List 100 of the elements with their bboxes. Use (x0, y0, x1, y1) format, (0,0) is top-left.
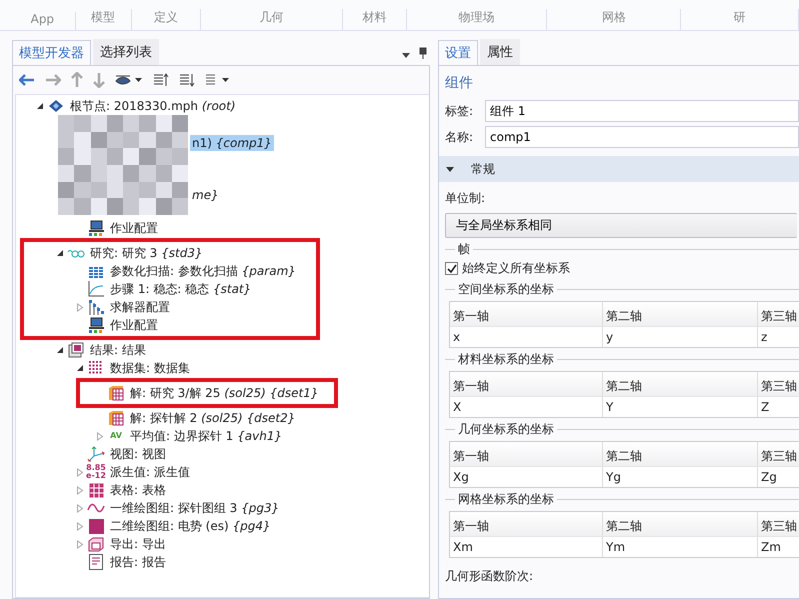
icon-label: 8.85 e-12 (86, 464, 106, 480)
table-cell: Yg (603, 466, 758, 487)
computer-network-icon (88, 220, 104, 236)
diamond-icon (48, 99, 64, 113)
table-cell: Zm (758, 536, 799, 557)
pin-icon[interactable] (419, 47, 427, 59)
tree-item-label[interactable]: 数据集: 数据集 (108, 358, 192, 378)
expanded-triangle-icon[interactable] (36, 102, 44, 110)
tree-item-label[interactable]: 报告: 报告 (108, 552, 168, 572)
square-icon (88, 518, 104, 534)
tree-item-label[interactable]: 根节点: 2018330.mph (root) (68, 96, 238, 116)
table-cell: Y (603, 396, 758, 417)
expanded-triangle-icon[interactable] (76, 364, 84, 372)
expanded-triangle-icon[interactable] (56, 346, 64, 354)
column-header: 第一轴 (450, 372, 603, 398)
tree-item-label[interactable]: 表格: 表格 (108, 480, 168, 500)
curve-graph-icon (88, 281, 104, 297)
dot-grid-icon (89, 361, 103, 375)
tree-item-label[interactable]: 视图: 视图 (108, 444, 168, 464)
panel-tab[interactable]: 模型开发器 (12, 40, 91, 66)
glasses-icon (67, 248, 85, 258)
tree-item-label[interactable]: 作业配置 (108, 218, 160, 238)
tree-item-label[interactable]: 求解器配置 (108, 298, 172, 316)
bar-steps-icon (88, 299, 104, 315)
report-icon (88, 554, 104, 570)
export-box-icon (88, 536, 104, 552)
tree-item-label[interactable]: 一维绘图组: 探针图组 3 {pg3} (108, 498, 282, 518)
tree-item-label[interactable]: 参数化扫描: 参数化扫描 {param} (108, 262, 298, 280)
column-header: 第一轴 (450, 442, 603, 468)
tree-item-label[interactable]: 解: 研究 3/解 25 (sol25) {dset1} (128, 384, 320, 402)
computer-network-icon (88, 317, 104, 333)
tree-item-label[interactable]: 二维绘图组: 电势 (es) {pg4} (108, 516, 273, 536)
field-label: 标签: (445, 102, 474, 120)
tree-item-label[interactable]: 研究: 研究 3 {std3} (88, 244, 205, 262)
checkbox[interactable] (445, 262, 458, 275)
column-header: 第三轴 (758, 512, 799, 538)
section-header[interactable]: 常规 (439, 156, 799, 182)
panel-tab[interactable]: 选择列表 (93, 39, 159, 65)
table-cell: Zg (758, 466, 799, 487)
group-title: 几何坐标系的坐标 (458, 421, 554, 438)
tree-item-label[interactable]: n1) {comp1} (190, 135, 274, 151)
tree-item-label[interactable]: 结果: 结果 (88, 340, 148, 360)
table-cell: Xm (450, 536, 603, 557)
settings-heading: 组件 (444, 74, 474, 93)
collapse-all-icon[interactable] (179, 73, 195, 87)
eye-dropdown-icon[interactable] (115, 74, 143, 86)
back-arrow-icon[interactable] (19, 74, 35, 86)
table-cell: z (758, 326, 799, 347)
dropdown-icon[interactable] (401, 51, 411, 59)
wave-icon (87, 502, 105, 514)
ribbon-group-label: 几何 (201, 9, 344, 30)
input-field[interactable]: comp1 (485, 126, 799, 148)
cube-grid-icon (108, 385, 124, 401)
cube-grid-icon (108, 410, 124, 426)
tree-item-label[interactable]: 导出: 导出 (108, 534, 168, 554)
column-header: 第一轴 (450, 302, 603, 328)
table-cell: Ym (603, 536, 758, 557)
tree-item-label[interactable]: 步骤 1: 稳态: 稳态 {stat} (108, 280, 254, 298)
column-header: 第二轴 (603, 442, 758, 468)
tree-item-label[interactable]: 平均值: 边界探针 1 {avh1} (128, 426, 284, 446)
table-cell: Z (758, 396, 799, 417)
group-title: 网格坐标系的坐标 (458, 491, 554, 508)
tree-item-label[interactable]: me} (190, 187, 221, 203)
tree-item-label[interactable]: 解: 探针解 2 (sol25) {dset2} (128, 408, 298, 428)
column-header: 第三轴 (758, 302, 799, 328)
column-header: 第一轴 (450, 512, 603, 538)
table-cell: Xg (450, 466, 603, 487)
list-dropdown-icon[interactable] (205, 73, 231, 87)
column-header: 第二轴 (603, 512, 758, 538)
axes-icon (87, 446, 105, 462)
expanded-triangle-icon[interactable] (56, 249, 64, 257)
tree-item-label[interactable]: 派生值: 派生值 (108, 462, 192, 482)
unit-system-dropdown[interactable]: 与全局坐标系相同 (445, 213, 797, 238)
ribbon-group-label: App (10, 12, 76, 30)
monitor-icon (68, 342, 84, 358)
column-header: 第三轴 (758, 372, 799, 398)
shape-order-label: 几何形函数阶次: (444, 568, 534, 585)
input-field[interactable]: 组件 1 (485, 100, 799, 122)
group-title: 材料坐标系的坐标 (458, 351, 554, 368)
ribbon-group-label: 材料 (343, 9, 407, 30)
checkbox-label: 始终定义所有坐标系 (462, 260, 570, 277)
expand-all-icon[interactable] (153, 73, 169, 87)
tree-item-label[interactable]: 作业配置 (108, 316, 160, 334)
field-label: 名称: (445, 128, 474, 146)
panel-tab[interactable]: 设置 (438, 40, 478, 66)
ribbon-group-label: 物理场 (406, 9, 548, 30)
ribbon-group-label: 模型 (76, 9, 132, 30)
column-header: 第二轴 (603, 302, 758, 328)
ribbon-group-label: 网格 (547, 9, 682, 30)
panel-tab[interactable]: 属性 (480, 39, 520, 65)
collapse-caret-icon[interactable] (445, 165, 455, 173)
table-icon (88, 482, 104, 498)
table-cell: X (450, 396, 603, 417)
column-header: 第三轴 (758, 442, 799, 468)
ribbon-group-label: 定义 (132, 9, 202, 30)
icon-label: AV (110, 432, 122, 440)
ribbon-group-label: 研 (681, 9, 799, 30)
column-header: 第二轴 (603, 372, 758, 398)
group-title: 帧 (458, 241, 470, 258)
table-cell: y (603, 326, 758, 347)
